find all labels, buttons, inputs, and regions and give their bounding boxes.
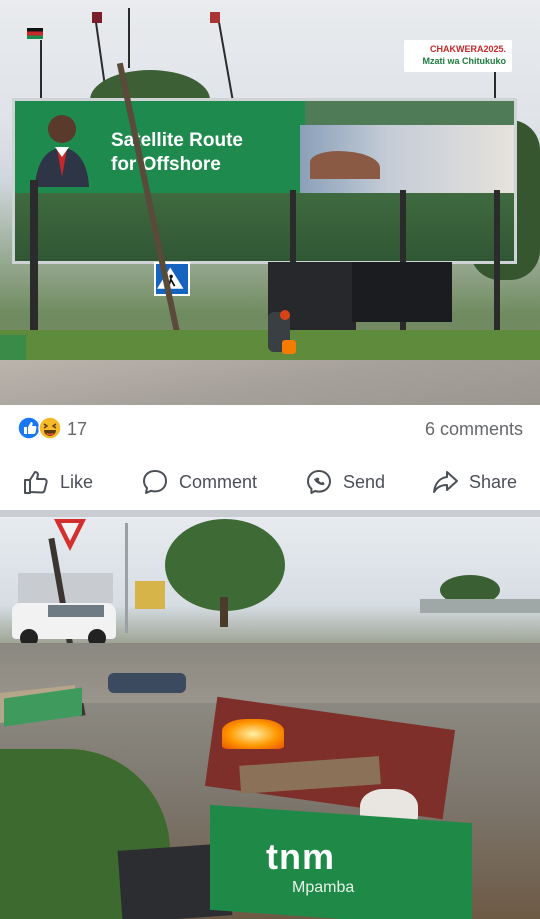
tnm-sub-text: Mpamba	[292, 879, 355, 896]
building	[135, 581, 165, 609]
flag	[27, 28, 43, 39]
haha-reaction-icon	[38, 416, 62, 440]
like-reaction-icon	[17, 416, 41, 440]
comment-button[interactable]: Comment	[141, 462, 257, 502]
like-button-label: Like	[60, 471, 94, 492]
reaction-icons[interactable]	[17, 416, 65, 440]
jerrycan	[282, 340, 296, 354]
campaign-line1: CHAKWERA2025.	[429, 44, 506, 54]
building	[18, 573, 113, 603]
billboard: Satellite Route for Offshore	[12, 98, 517, 264]
messenger-icon	[307, 470, 331, 494]
send-button-label: Send	[343, 471, 386, 492]
reaction-count[interactable]: 17	[67, 418, 87, 440]
share-button-label: Share	[469, 471, 518, 492]
post-divider	[0, 510, 540, 517]
share-button[interactable]: Share	[431, 462, 517, 502]
billboard-landscape-panel	[300, 125, 514, 193]
flag	[210, 12, 220, 23]
like-button[interactable]: Like	[22, 462, 93, 502]
send-button[interactable]: Send	[305, 462, 385, 502]
share-arrow-icon	[433, 471, 458, 493]
burnt-kiosk-frame	[204, 696, 456, 820]
blue-tarp-debris	[108, 673, 186, 693]
flag	[92, 12, 102, 23]
flag-pole	[218, 22, 234, 102]
hill	[310, 151, 380, 179]
yield-sign	[54, 519, 86, 551]
flag-pole	[40, 40, 42, 100]
tnm-brand-text: tnm	[266, 836, 335, 877]
flag-pole	[128, 8, 130, 68]
billboard-leg	[494, 190, 500, 330]
suv-windows	[48, 605, 104, 617]
speech-bubble-icon	[143, 470, 167, 494]
campaign-label: CHAKWERA2025. Mzati wa Chitukuko	[404, 40, 512, 72]
road	[0, 360, 540, 405]
thumbs-up-icon	[24, 471, 48, 494]
building	[420, 599, 540, 613]
candidate-portrait	[35, 115, 89, 187]
person-helmet	[280, 310, 290, 320]
black-tarp	[352, 262, 452, 322]
billboard-lower-trees	[15, 193, 514, 261]
post-photo-1[interactable]: Satellite Route for Offshore CHAKWERA202…	[0, 0, 540, 405]
comment-button-label: Comment	[179, 471, 258, 492]
comments-count-link[interactable]: 6 comments	[425, 418, 523, 440]
campaign-line2: Mzati wa Chitukuko	[422, 56, 506, 66]
tnm-mpamba-sign	[210, 804, 472, 919]
street-light	[125, 523, 128, 633]
fire	[222, 719, 284, 749]
tree-trunk	[220, 597, 228, 627]
